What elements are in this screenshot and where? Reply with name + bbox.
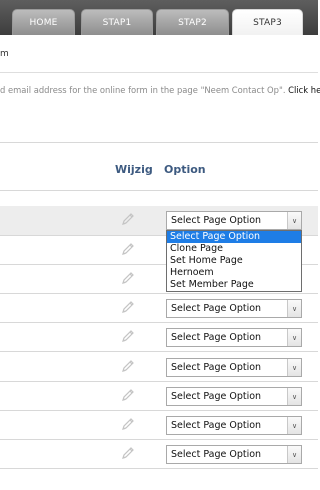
page-option-select[interactable]: Select Page Option ∨	[166, 211, 302, 230]
edit-pencil-icon[interactable]	[120, 328, 136, 344]
chevron-down-icon[interactable]: ∨	[287, 417, 301, 434]
table-row: Select Page Option ∨	[0, 411, 318, 440]
page-option-dropdown[interactable]: Select Page Option Clone Page Set Home P…	[166, 230, 302, 292]
edit-pencil-icon[interactable]	[120, 416, 136, 432]
dropdown-option-select-page[interactable]: Select Page Option	[167, 231, 301, 243]
column-header-option: Option	[164, 163, 206, 176]
edit-pencil-icon[interactable]	[120, 387, 136, 403]
chevron-down-icon[interactable]: ∨	[287, 329, 301, 346]
edit-pencil-icon[interactable]	[120, 358, 136, 374]
edit-pencil-icon[interactable]	[120, 211, 136, 227]
chevron-down-icon[interactable]: ∨	[287, 212, 301, 229]
page-option-select-value: Select Page Option	[171, 391, 262, 402]
page-option-select[interactable]: Select Page Option ∨	[166, 416, 302, 435]
edit-pencil-icon[interactable]	[120, 299, 136, 315]
page-option-select[interactable]: Select Page Option ∨	[166, 387, 302, 406]
page-option-select-value: Select Page Option	[171, 420, 262, 431]
table-row: Select Page Option ∨	[0, 294, 318, 323]
page-option-select[interactable]: Select Page Option ∨	[166, 299, 302, 318]
top-tab-bar: HOME STAP1 STAP2 STAP3	[0, 0, 318, 36]
page-option-select-value: Select Page Option	[171, 362, 262, 373]
page-option-select-value: Select Page Option	[171, 215, 262, 226]
dropdown-option-hernoem[interactable]: Hernoem	[167, 267, 301, 279]
header-divider	[0, 190, 318, 191]
chevron-down-icon[interactable]: ∨	[287, 388, 301, 405]
tab-stap3[interactable]: STAP3	[232, 9, 303, 36]
page-option-select[interactable]: Select Page Option ∨	[166, 328, 302, 347]
edit-pencil-icon[interactable]	[120, 270, 136, 286]
table-row: Select Page Option ∨	[0, 323, 318, 352]
chevron-down-icon[interactable]: ∨	[287, 446, 301, 463]
edit-pencil-icon[interactable]	[120, 241, 136, 257]
page-option-select[interactable]: Select Page Option ∨	[166, 445, 302, 464]
tab-stap1[interactable]: STAP1	[81, 9, 153, 35]
dropdown-option-clone-page[interactable]: Clone Page	[167, 243, 301, 255]
sub-header-text: m	[0, 49, 9, 59]
info-text: d email address for the online form in t…	[0, 85, 320, 95]
sub-header: m	[0, 35, 318, 73]
dropdown-option-set-member-page[interactable]: Set Member Page	[167, 279, 301, 291]
table-row: Select Page Option ∨	[0, 353, 318, 382]
chevron-down-icon[interactable]: ∨	[287, 300, 301, 317]
tab-stap2[interactable]: STAP2	[156, 9, 229, 35]
page-option-select[interactable]: Select Page Option ∨	[166, 358, 302, 377]
column-header-wijzig: Wijzig	[115, 163, 153, 176]
table-top-divider	[0, 142, 318, 143]
page-option-select-value: Select Page Option	[171, 449, 262, 460]
page-option-select-value: Select Page Option	[171, 332, 262, 343]
click-here-link[interactable]: Click he	[288, 85, 320, 95]
tab-home[interactable]: HOME	[12, 9, 75, 35]
edit-pencil-icon[interactable]	[120, 445, 136, 461]
table-row: Select Page Option ∨	[0, 382, 318, 411]
dropdown-option-set-home-page[interactable]: Set Home Page	[167, 255, 301, 267]
table-row: Select Page Option ∨	[0, 440, 318, 469]
info-text-body: d email address for the online form in t…	[0, 85, 289, 95]
page-option-select-value: Select Page Option	[171, 303, 262, 314]
chevron-down-icon[interactable]: ∨	[287, 359, 301, 376]
